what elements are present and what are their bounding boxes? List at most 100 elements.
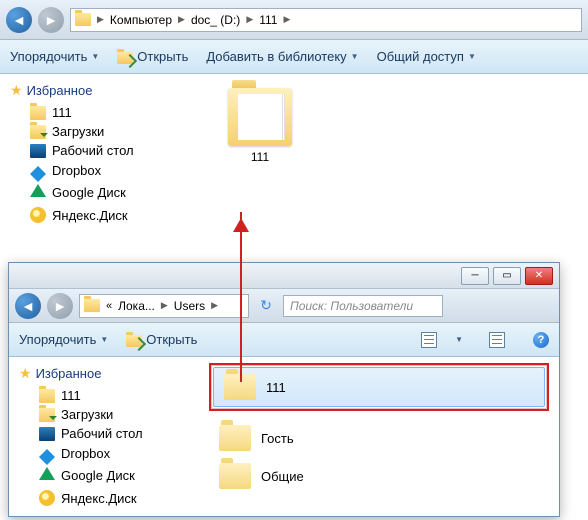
sidebar-item-downloads[interactable]: Загрузки	[4, 122, 186, 141]
help-icon: ?	[538, 334, 545, 346]
preview-pane-button[interactable]	[489, 332, 505, 348]
sidebar-item-gdrive[interactable]: Google Диск	[4, 180, 186, 205]
open-label: Открыть	[146, 332, 197, 347]
favorites-header[interactable]: ★ Избранное	[4, 82, 186, 99]
chevron-down-icon: ▼	[91, 52, 99, 61]
open-icon	[117, 52, 133, 64]
folder-label: 111	[266, 380, 286, 395]
close-button[interactable]: ✕	[525, 267, 553, 285]
help-button[interactable]: ?	[533, 332, 549, 348]
folder-item-guest[interactable]: Гость	[209, 419, 549, 457]
sidebar-item-label: Яндекс.Диск	[52, 208, 128, 223]
breadcrumb-prefix: «	[106, 300, 112, 312]
sidebar-item-yadisk[interactable]: Яндекс.Диск	[13, 488, 195, 508]
dropbox-icon	[30, 158, 46, 174]
downloads-icon	[30, 125, 46, 139]
yandex-disk-icon	[30, 207, 46, 223]
downloads-icon	[39, 408, 55, 422]
window2-content[interactable]: 111 Гость Общие	[199, 357, 559, 516]
sidebar-item-label: Dropbox	[61, 446, 110, 461]
sidebar-item-label: Рабочий стол	[61, 426, 143, 441]
folder-icon	[84, 299, 100, 312]
open-icon	[126, 335, 142, 347]
organize-button[interactable]: Упорядочить ▼	[10, 49, 99, 64]
minimize-button[interactable]: ─	[461, 267, 489, 285]
folder-item-111[interactable]: 111	[224, 88, 296, 164]
window2: ─ ▭ ✕ ◄ ► « Лока... ▶ Users ▶ ↻ Поиск: П…	[8, 262, 560, 517]
folder-item-111[interactable]: 111	[213, 367, 545, 407]
sidebar-item-label: Google Диск	[52, 185, 126, 200]
back-button[interactable]: ◄	[6, 7, 32, 33]
star-icon: ★	[19, 365, 32, 382]
share-button[interactable]: Общий доступ ▼	[377, 49, 476, 64]
chevron-right-icon: ▶	[211, 300, 218, 311]
sidebar-item-yadisk[interactable]: Яндекс.Диск	[4, 205, 186, 225]
sidebar-item-label: Dropbox	[52, 163, 101, 178]
star-icon: ★	[10, 82, 23, 99]
dropbox-icon	[39, 441, 55, 457]
breadcrumb-computer[interactable]: Компьютер	[106, 12, 176, 28]
breadcrumb-users[interactable]: Users	[170, 298, 209, 314]
folder-icon	[219, 425, 251, 451]
sidebar-item-label: 111	[61, 388, 81, 403]
favorites-label: Избранное	[27, 83, 93, 98]
view-options-button[interactable]	[421, 332, 437, 348]
chevron-right-icon: ▶	[246, 14, 253, 25]
chevron-down-icon: ▼	[100, 335, 108, 344]
organize-label: Упорядочить	[19, 332, 96, 347]
search-input[interactable]: Поиск: Пользователи	[283, 295, 443, 317]
open-button[interactable]: Открыть	[117, 49, 188, 64]
sidebar-item-label: Рабочий стол	[52, 143, 134, 158]
window2-nav-bar: ◄ ► « Лока... ▶ Users ▶ ↻ Поиск: Пользов…	[9, 289, 559, 323]
maximize-button[interactable]: ▭	[493, 267, 521, 285]
back-button[interactable]: ◄	[15, 293, 41, 319]
sidebar-item-111[interactable]: 111	[4, 103, 186, 122]
window1-nav-bar: ◄ ► ▶ Компьютер ▶ doc_ (D:) ▶ 111 ▶	[0, 0, 588, 40]
window2-sidebar: ★ Избранное 111 Загрузки Рабочий стол Dr…	[9, 357, 199, 516]
sidebar-item-label: 111	[52, 105, 72, 120]
annotation-highlight: 111	[209, 363, 549, 411]
sidebar-item-111[interactable]: 111	[13, 386, 195, 405]
annotation-arrow	[240, 212, 242, 382]
breadcrumb-local[interactable]: Лока...	[114, 298, 159, 314]
forward-button[interactable]: ►	[38, 7, 64, 33]
sidebar-item-downloads[interactable]: Загрузки	[13, 405, 195, 424]
search-placeholder: Поиск: Пользователи	[290, 299, 413, 313]
folder-label: Общие	[261, 469, 304, 484]
window2-toolbar: Упорядочить ▼ Открыть ▼ ?	[9, 323, 559, 357]
google-drive-icon	[30, 176, 46, 197]
chevron-right-icon: ▶	[178, 14, 185, 25]
chevron-right-icon: ▶	[97, 14, 104, 25]
maximize-icon: ▭	[502, 270, 511, 281]
sidebar-item-gdrive[interactable]: Google Диск	[13, 463, 195, 488]
folder-icon	[30, 106, 46, 120]
open-button[interactable]: Открыть	[126, 332, 197, 347]
favorites-header[interactable]: ★ Избранное	[13, 365, 195, 382]
desktop-icon	[30, 144, 46, 158]
address-bar[interactable]: ▶ Компьютер ▶ doc_ (D:) ▶ 111 ▶	[70, 8, 582, 32]
sidebar-item-label: Загрузки	[52, 124, 104, 139]
minimize-icon: ─	[471, 270, 478, 281]
refresh-button[interactable]: ↻	[255, 297, 277, 314]
organize-label: Упорядочить	[10, 49, 87, 64]
folder-label: Гость	[261, 431, 294, 446]
chevron-down-icon: ▼	[351, 52, 359, 61]
sidebar-item-label: Яндекс.Диск	[61, 491, 137, 506]
add-library-button[interactable]: Добавить в библиотеку ▼	[206, 49, 358, 64]
breadcrumb-folder[interactable]: 111	[255, 12, 281, 28]
breadcrumb-drive[interactable]: doc_ (D:)	[187, 12, 244, 28]
forward-button[interactable]: ►	[47, 293, 73, 319]
window1-toolbar: Упорядочить ▼ Открыть Добавить в библиот…	[0, 40, 588, 74]
folder-icon	[75, 13, 91, 26]
folder-item-public[interactable]: Общие	[209, 457, 549, 495]
organize-button[interactable]: Упорядочить ▼	[19, 332, 108, 347]
folder-icon	[219, 463, 251, 489]
window2-body: ★ Избранное 111 Загрузки Рабочий стол Dr…	[9, 357, 559, 516]
folder-icon	[228, 88, 292, 146]
share-label: Общий доступ	[377, 49, 464, 64]
address-bar[interactable]: « Лока... ▶ Users ▶	[79, 294, 249, 318]
yandex-disk-icon	[39, 490, 55, 506]
open-label: Открыть	[137, 49, 188, 64]
desktop-icon	[39, 427, 55, 441]
folder-label: 111	[224, 150, 296, 164]
